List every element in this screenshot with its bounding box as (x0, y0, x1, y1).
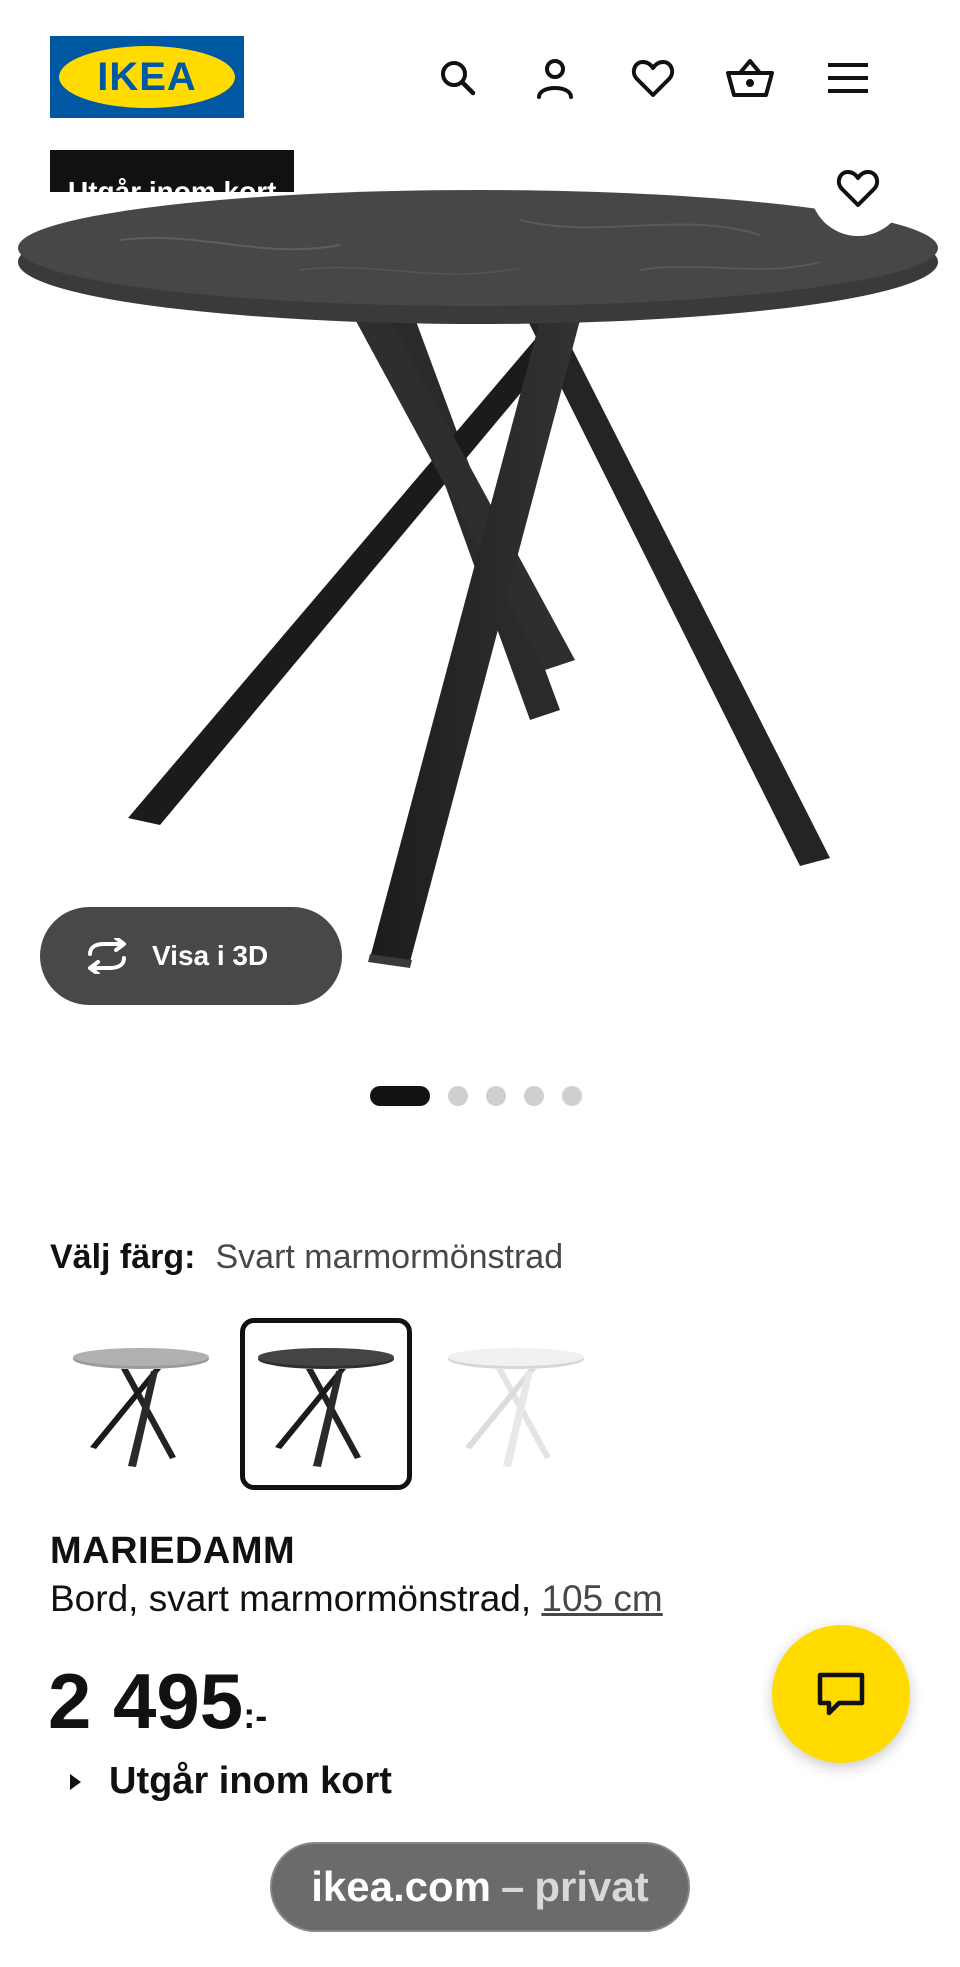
product-description-text: Bord, svart marmormönstrad, (50, 1578, 542, 1619)
account-icon[interactable] (527, 50, 583, 106)
white-table-thumbnail (448, 1348, 584, 1467)
logo-text: IKEA (97, 54, 197, 99)
color-option-grey[interactable] (55, 1318, 227, 1490)
pagination-dot-4[interactable] (524, 1086, 544, 1106)
rotate-3d-icon (82, 936, 132, 976)
availability-text: Utgår inom kort (109, 1760, 392, 1802)
add-to-favorites-button[interactable] (810, 140, 906, 236)
url-host: ikea.com (311, 1863, 492, 1910)
color-value: Svart marmormönstrad (215, 1238, 564, 1276)
table-image (18, 190, 938, 968)
product-image-gallery[interactable] (0, 150, 960, 1030)
favorites-icon[interactable] (625, 50, 681, 106)
menu-icon[interactable] (820, 50, 876, 106)
logo-oval: IKEA (59, 46, 235, 108)
view-in-3d-label: Visa i 3D (152, 940, 269, 971)
product-price: 2 495:- (48, 1662, 267, 1740)
availability-status[interactable]: Utgår inom kort (70, 1760, 392, 1803)
heart-icon (836, 170, 880, 207)
product-name: MARIEDAMM (50, 1530, 296, 1572)
cart-icon[interactable] (722, 50, 778, 106)
price-value: 2 495 (48, 1657, 244, 1745)
ikea-logo[interactable]: IKEA (50, 36, 244, 118)
search-icon[interactable] (430, 50, 486, 106)
chat-icon (817, 1672, 865, 1716)
pagination-dot-1[interactable] (370, 1086, 430, 1106)
color-option-white[interactable] (430, 1318, 602, 1490)
url-separator: – (501, 1863, 525, 1910)
private-mode-label: privat (534, 1863, 649, 1910)
price-suffix: :- (243, 1695, 268, 1736)
color-selector: Välj färg: Svart marmormönstrad (50, 1238, 563, 1277)
pagination-dot-3[interactable] (486, 1086, 506, 1106)
caret-right-icon (70, 1773, 81, 1790)
site-header: IKEA (0, 0, 960, 150)
view-in-3d-button[interactable]: Visa i 3D (40, 907, 342, 1005)
badge-text: Utgår inom kort (68, 176, 277, 193)
discontinued-badge: Utgår inom kort (50, 150, 295, 193)
pagination-dot-2[interactable] (448, 1086, 468, 1106)
product-description: Bord, svart marmormönstrad, 105 cm (50, 1578, 663, 1620)
image-pagination (370, 1085, 582, 1107)
black-table-thumbnail (258, 1348, 394, 1467)
color-option-black[interactable] (240, 1318, 412, 1490)
chat-button[interactable] (772, 1625, 910, 1763)
color-label: Välj färg: (50, 1238, 196, 1276)
grey-table-thumbnail (73, 1348, 209, 1467)
pagination-dot-5[interactable] (562, 1086, 582, 1106)
browser-url-bar[interactable]: ikea.com – privat (270, 1842, 690, 1932)
product-size-link[interactable]: 105 cm (541, 1578, 662, 1619)
